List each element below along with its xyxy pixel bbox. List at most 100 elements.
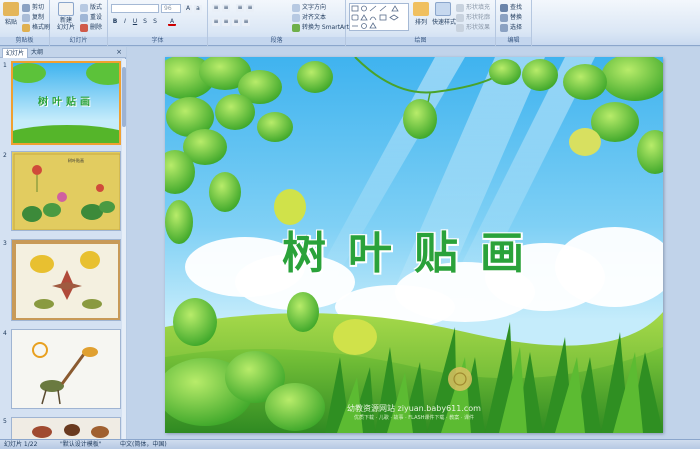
new-slide-icon <box>58 2 74 16</box>
font-group: 96 A a B I U S S A 字体 <box>108 0 208 46</box>
slides-panel: 幻灯片 大纲 × 1 树叶贴画 2 树叶贴画 3 4 5 <box>0 47 126 439</box>
slides-group-label: 幻灯片 <box>50 37 107 45</box>
text-direction-button[interactable]: 文字方向 <box>292 2 326 12</box>
font-color-icon[interactable]: A <box>168 18 176 26</box>
layout-button[interactable]: 版式 <box>80 2 102 12</box>
slide-number-1: 1 <box>3 62 7 69</box>
slide-number-4: 4 <box>3 330 7 337</box>
replace-button[interactable]: 替换 <box>500 12 522 22</box>
slide-number-5: 5 <box>3 418 7 425</box>
font-size-combo[interactable]: 96 <box>161 4 181 13</box>
editing-group: 查找 替换 选择 编辑 <box>496 0 532 46</box>
slide-title[interactable]: 树叶贴画 <box>165 217 663 281</box>
font-group-label: 字体 <box>108 37 207 45</box>
align-right-icon[interactable]: ≡ <box>232 18 240 26</box>
find-button[interactable]: 查找 <box>500 2 522 12</box>
grow-font-icon[interactable]: A <box>184 5 192 13</box>
replace-icon <box>500 13 508 22</box>
shrink-font-icon[interactable]: a <box>194 5 202 13</box>
paragraph-group: ≡ ≡ ≡ ≡ ≡ ≡ ≡ ≡ 文字方向 对齐文本 转换为 SmartArt 段… <box>208 0 349 46</box>
slide-edit-area: 树叶贴画 幼教资源网站 ziyuan.baby611.com 优质下载 · 儿歌… <box>127 47 700 439</box>
panel-scrollbar-thumb[interactable] <box>122 67 126 127</box>
select-button[interactable]: 选择 <box>500 22 522 32</box>
slide-3-preview <box>12 240 120 320</box>
language-indicator[interactable]: 中文(简体，中国) <box>120 440 167 449</box>
watermark-subtext: 优质下载 · 儿歌 · 故事 · FLASH课件下载 · 教案 · 课件 <box>354 415 474 421</box>
clipboard-group: 粘贴 剪切 复制 格式刷 剪贴板 <box>0 0 50 46</box>
watermark-text: 幼教资源网站 ziyuan.baby611.com <box>347 404 481 413</box>
layout-icon <box>80 3 88 12</box>
reset-button[interactable]: 重设 <box>80 12 102 22</box>
slide-number-3: 3 <box>3 240 7 247</box>
new-slide-button[interactable]: 新建 幻灯片 <box>55 2 77 31</box>
paste-icon <box>3 2 19 16</box>
copy-icon <box>22 13 30 22</box>
shadow-icon[interactable]: S <box>151 18 159 26</box>
delete-slide-button[interactable]: 删除 <box>80 22 102 32</box>
scissors-icon <box>22 3 30 12</box>
align-left-icon[interactable]: ≡ <box>212 18 220 26</box>
underline-icon[interactable]: U <box>131 18 139 26</box>
pen-icon <box>456 13 464 22</box>
align-text-icon <box>292 13 300 22</box>
smartart-icon <box>292 23 300 32</box>
reset-icon <box>80 13 88 22</box>
slide-5-preview <box>12 418 120 439</box>
shapes-gallery-icons <box>351 5 399 29</box>
slide-thumbnail-4[interactable] <box>11 329 121 409</box>
align-text-button[interactable]: 对齐文本 <box>292 12 326 22</box>
fill-bucket-icon <box>456 3 464 12</box>
editing-group-label: 编辑 <box>496 37 531 45</box>
smartart-button[interactable]: 转换为 SmartArt <box>292 22 349 32</box>
numbering-icon[interactable]: ≡ <box>222 4 230 12</box>
slide-thumbnail-2[interactable]: 树叶贴画 <box>11 151 121 231</box>
shape-fill-button[interactable]: 形状填充 <box>456 2 490 12</box>
align-center-icon[interactable]: ≡ <box>222 18 230 26</box>
status-bar: 幻灯片 1/22 "默认设计模板" 中文(简体，中国) <box>0 439 700 449</box>
arrange-icon <box>413 2 429 16</box>
thumb-2-title: 树叶贴画 <box>68 158 84 163</box>
select-arrow-icon <box>500 23 508 32</box>
strikethrough-icon[interactable]: S <box>141 18 149 26</box>
slide-4-preview <box>12 330 120 408</box>
slide-thumbnail-5[interactable] <box>11 417 121 439</box>
drawing-group-label: 绘图 <box>346 37 495 45</box>
justify-icon[interactable]: ≡ <box>242 18 250 26</box>
cut-button[interactable]: 剪切 <box>22 2 44 12</box>
arrange-button[interactable]: 排列 <box>412 2 430 26</box>
slide-thumbnail-1[interactable]: 树叶贴画 <box>11 61 121 145</box>
decrease-indent-icon[interactable]: ≡ <box>236 4 244 12</box>
bullets-icon[interactable]: ≡ <box>212 4 220 12</box>
current-slide[interactable]: 树叶贴画 幼教资源网站 ziyuan.baby611.com 优质下载 · 儿歌… <box>165 57 663 433</box>
drawing-group: 排列 快速样式 形状填充 形状轮廓 形状效果 绘图 <box>346 0 496 46</box>
thumb-1-title: 树叶贴画 <box>38 97 94 108</box>
copy-button[interactable]: 复制 <box>22 12 44 22</box>
shape-effects-button[interactable]: 形状效果 <box>456 22 490 32</box>
format-painter-button[interactable]: 格式刷 <box>22 22 50 32</box>
panel-tabs: 幻灯片 大纲 × <box>0 47 126 58</box>
bold-icon[interactable]: B <box>111 18 119 26</box>
tab-slides[interactable]: 幻灯片 <box>2 48 29 58</box>
panel-close-icon[interactable]: × <box>116 48 122 57</box>
delete-icon <box>80 23 88 32</box>
theme-name: "默认设计模板" <box>60 441 102 448</box>
font-name-combo[interactable] <box>111 4 159 13</box>
tab-outline[interactable]: 大纲 <box>28 48 46 58</box>
shape-outline-button[interactable]: 形状轮廓 <box>456 12 490 22</box>
ribbon: 粘贴 剪切 复制 格式刷 剪贴板 新建 幻灯片 版式 重设 删除 幻灯片 96 … <box>0 0 700 46</box>
increase-indent-icon[interactable]: ≡ <box>246 4 254 12</box>
paste-button[interactable]: 粘贴 <box>3 2 19 26</box>
slide-thumbnail-3[interactable] <box>11 239 121 321</box>
brush-icon <box>22 23 30 32</box>
quick-styles-button[interactable]: 快速样式 <box>432 2 456 26</box>
slides-group: 新建 幻灯片 版式 重设 删除 幻灯片 <box>50 0 108 46</box>
paragraph-group-label: 段落 <box>208 37 345 45</box>
shapes-gallery[interactable] <box>349 3 409 31</box>
clipboard-group-label: 剪贴板 <box>0 37 49 45</box>
slide-counter: 幻灯片 1/22 <box>4 441 38 448</box>
slide-2-preview <box>12 152 120 230</box>
slide-number-2: 2 <box>3 152 7 159</box>
italic-icon[interactable]: I <box>121 18 129 26</box>
panel-scrollbar[interactable] <box>122 59 126 439</box>
text-direction-icon <box>292 3 300 12</box>
